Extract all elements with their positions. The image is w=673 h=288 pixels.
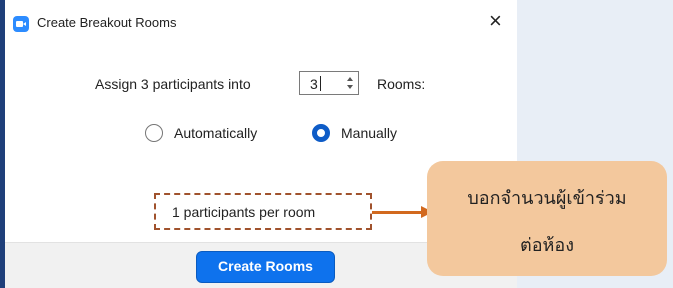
annotation-callout: บอกจำนวนผู้เข้าร่วม ต่อห้อง: [427, 161, 667, 276]
assign-label: Assign 3 participants into: [95, 76, 251, 92]
radio-automatically-label[interactable]: Automatically: [174, 125, 257, 141]
radio-automatically[interactable]: [145, 124, 163, 142]
participants-per-room-highlight: 1 participants per room: [154, 193, 372, 230]
rooms-count-value: 3: [310, 76, 318, 92]
titlebar: Create Breakout Rooms ×: [5, 0, 517, 50]
close-icon[interactable]: ×: [489, 10, 502, 32]
callout-line-1: บอกจำนวนผู้เข้าร่วม: [467, 188, 627, 209]
rooms-stepper[interactable]: [345, 74, 355, 92]
window-title: Create Breakout Rooms: [37, 15, 177, 30]
radio-manually-label[interactable]: Manually: [341, 125, 397, 141]
annotation-connector-line: [372, 211, 424, 214]
create-rooms-button[interactable]: Create Rooms: [196, 251, 335, 283]
text-caret: [320, 76, 321, 91]
participants-per-room-text: 1 participants per room: [172, 204, 316, 220]
rooms-count-input[interactable]: 3: [299, 71, 359, 95]
stepper-up-icon[interactable]: [347, 77, 353, 81]
screenshot-stage: Create Breakout Rooms × Assign 3 partici…: [0, 0, 673, 288]
zoom-camera-icon: [13, 16, 29, 32]
callout-line-2: ต่อห้อง: [520, 235, 574, 256]
stepper-down-icon[interactable]: [347, 85, 353, 89]
radio-manually[interactable]: [312, 124, 330, 142]
rooms-label: Rooms:: [377, 76, 426, 92]
